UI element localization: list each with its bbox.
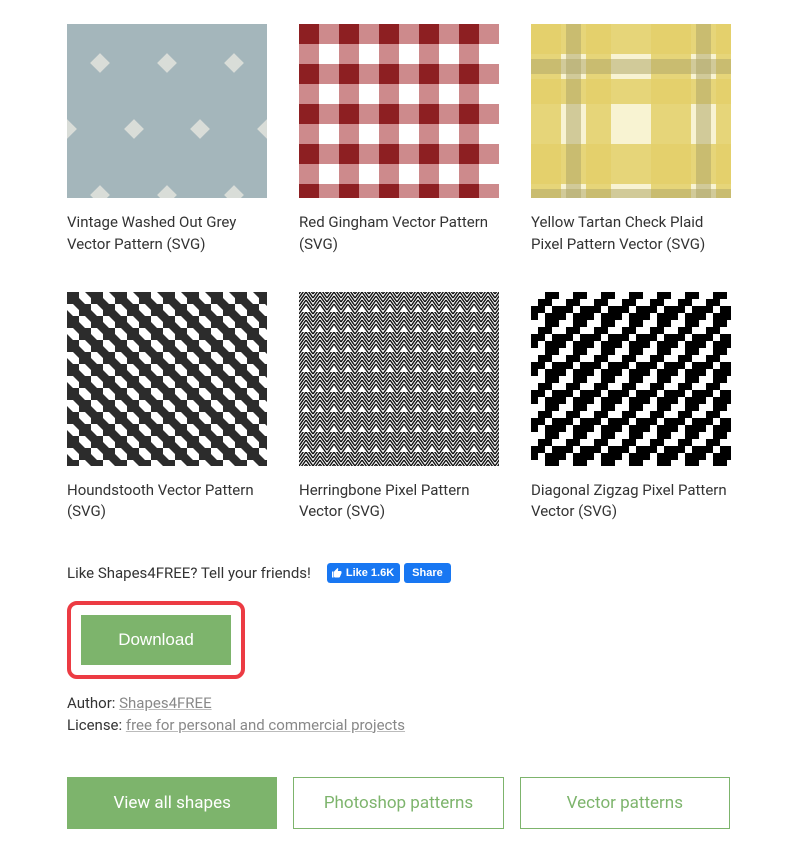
metadata: Author: Shapes4FREE License: free for pe… [67,693,730,737]
vector-patterns-button[interactable]: Vector patterns [520,777,730,829]
pattern-card: Diagonal Zigzag Pixel Pattern Vector (SV… [531,292,731,524]
author-link[interactable]: Shapes4FREE [119,694,211,712]
pattern-title[interactable]: Houndstooth Vector Pattern (SVG) [67,480,267,524]
license-label: License: [67,716,126,734]
pattern-thumbnail[interactable] [299,292,499,466]
download-button[interactable]: Download [81,615,231,665]
pattern-thumbnail[interactable] [67,292,267,466]
pattern-card: Houndstooth Vector Pattern (SVG) [67,292,267,524]
pattern-thumbnail[interactable] [67,24,267,198]
pattern-thumbnail[interactable] [299,24,499,198]
pattern-title[interactable]: Herringbone Pixel Pattern Vector (SVG) [299,480,499,524]
photoshop-patterns-button[interactable]: Photoshop patterns [293,777,503,829]
pattern-card: Red Gingham Vector Pattern (SVG) [299,24,499,256]
pattern-card: Yellow Tartan Check Plaid Pixel Pattern … [531,24,731,256]
facebook-like-count: 1.6K [371,567,394,579]
pattern-thumbnail[interactable] [531,24,731,198]
view-all-shapes-button[interactable]: View all shapes [67,777,277,829]
facebook-like-button[interactable]: Like 1.6K [327,563,400,583]
pattern-card: Vintage Washed Out Grey Vector Pattern (… [67,24,267,256]
share-row: Like Shapes4FREE? Tell your friends! Lik… [67,563,730,583]
facebook-widget: Like 1.6K Share [327,563,451,583]
author-label: Author: [67,694,119,712]
cta-row: View all shapes Photoshop patterns Vecto… [67,777,730,829]
thumbs-up-icon [331,567,343,579]
pattern-grid: Vintage Washed Out Grey Vector Pattern (… [67,24,730,523]
facebook-share-label: Share [412,567,443,579]
license-link[interactable]: free for personal and commercial project… [126,716,405,734]
facebook-like-label: Like [346,567,368,579]
pattern-title[interactable]: Diagonal Zigzag Pixel Pattern Vector (SV… [531,480,731,524]
pattern-title[interactable]: Vintage Washed Out Grey Vector Pattern (… [67,212,267,256]
pattern-card: Herringbone Pixel Pattern Vector (SVG) [299,292,499,524]
pattern-thumbnail[interactable] [531,292,731,466]
facebook-share-button[interactable]: Share [404,563,451,583]
share-prompt: Like Shapes4FREE? Tell your friends! [67,564,311,582]
download-highlight: Download [67,601,245,679]
pattern-title[interactable]: Yellow Tartan Check Plaid Pixel Pattern … [531,212,731,256]
pattern-title[interactable]: Red Gingham Vector Pattern (SVG) [299,212,499,256]
